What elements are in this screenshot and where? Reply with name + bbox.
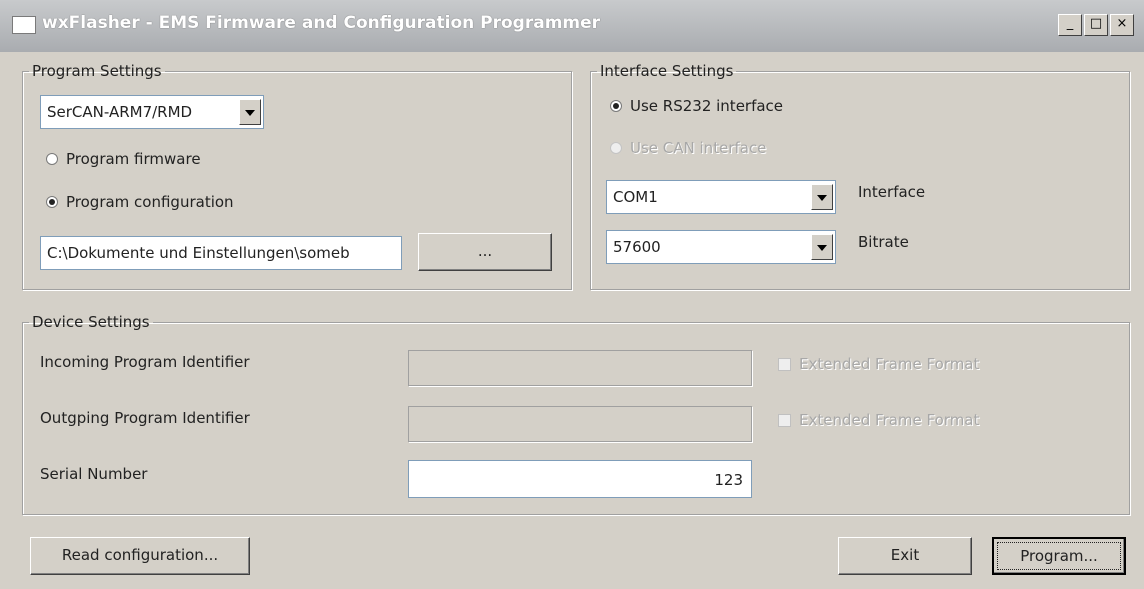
radio-use-can-label: Use CAN interface [630, 139, 767, 157]
radio-icon [610, 142, 622, 154]
interface-select-value: COM1 [613, 188, 658, 206]
bitrate-select[interactable]: 57600 [606, 230, 836, 264]
outgoing-extended-frame-checkbox: Extended Frame Format [778, 411, 979, 429]
window-title: wxFlasher - EMS Firmware and Configurati… [42, 13, 601, 33]
checkbox-icon [778, 357, 791, 371]
radio-use-rs232-label: Use RS232 interface [630, 97, 784, 115]
app-window-icon [12, 16, 36, 34]
radio-icon[interactable] [46, 153, 58, 165]
device-select-value: SerCAN-ARM7/RMD [47, 103, 193, 121]
bitrate-select-value: 57600 [613, 238, 661, 256]
chevron-down-icon[interactable] [239, 99, 261, 125]
program-button[interactable]: Program... [992, 537, 1126, 575]
interface-select[interactable]: COM1 [606, 180, 836, 214]
serial-number-label: Serial Number [40, 465, 148, 483]
radio-use-rs232[interactable]: Use RS232 interface [610, 97, 783, 115]
config-path-input[interactable]: C:\Dokumente und Einstellungen\someb [40, 236, 402, 270]
title-bar: wxFlasher - EMS Firmware and Configurati… [0, 0, 1144, 52]
incoming-identifier-input [408, 350, 752, 386]
outgoing-identifier-input [408, 406, 752, 442]
exit-button[interactable]: Exit [838, 537, 972, 575]
radio-program-firmware-label: Program firmware [66, 150, 201, 168]
radio-program-configuration[interactable]: Program configuration [46, 193, 234, 211]
outgoing-extended-frame-label: Extended Frame Format [799, 411, 980, 429]
incoming-extended-frame-label: Extended Frame Format [799, 355, 980, 373]
interface-settings-legend: Interface Settings [600, 62, 734, 80]
browse-button[interactable]: ... [418, 233, 552, 271]
incoming-identifier-label: Incoming Program Identifier [40, 353, 250, 371]
bitrate-label: Bitrate [858, 233, 909, 251]
serial-number-input[interactable]: 123 [408, 460, 752, 498]
radio-use-can: Use CAN interface [610, 139, 766, 157]
chevron-down-icon[interactable] [811, 184, 833, 210]
device-select[interactable]: SerCAN-ARM7/RMD [40, 95, 264, 129]
radio-selected-icon[interactable] [46, 196, 58, 208]
checkbox-icon [778, 413, 791, 427]
device-settings-legend: Device Settings [32, 313, 150, 331]
program-settings-legend: Program Settings [32, 62, 162, 80]
incoming-extended-frame-checkbox: Extended Frame Format [778, 355, 979, 373]
interface-label: Interface [858, 183, 926, 201]
close-button[interactable]: × [1110, 14, 1134, 36]
radio-program-configuration-label: Program configuration [66, 193, 234, 211]
minimize-button[interactable]: _ [1058, 14, 1082, 36]
radio-selected-icon[interactable] [610, 100, 622, 112]
maximize-button[interactable]: □ [1084, 14, 1108, 36]
chevron-down-icon[interactable] [811, 234, 833, 260]
outgoing-identifier-label: Outgping Program Identifier [40, 409, 250, 427]
radio-program-firmware[interactable]: Program firmware [46, 150, 201, 168]
read-configuration-button[interactable]: Read configuration... [30, 537, 250, 575]
